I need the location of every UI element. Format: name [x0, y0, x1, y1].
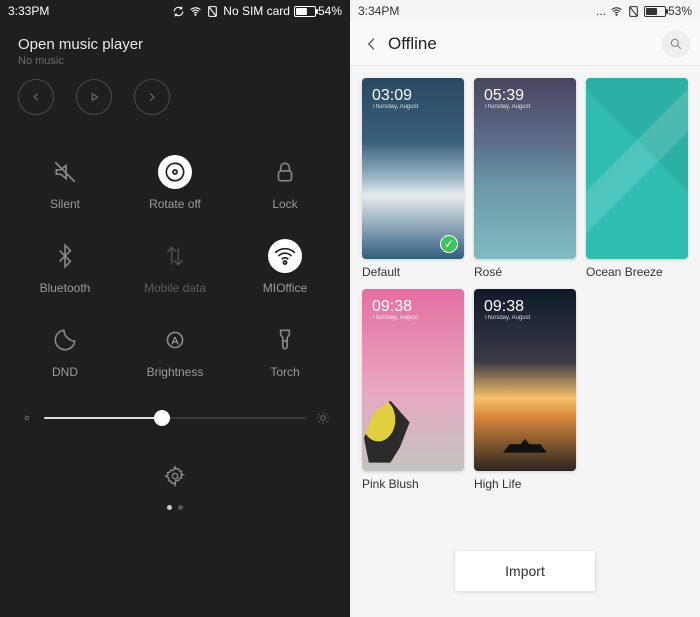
slider-thumb[interactable] [154, 410, 170, 426]
import-button[interactable]: Import [455, 551, 595, 591]
quick-toggles: Silent Rotate off Lock Bluetooth Mobile data… [0, 121, 350, 393]
theme-thumbnail[interactable]: 09:38Thursday, August [474, 289, 576, 470]
theme-name: Default [362, 265, 464, 279]
battery-fill [296, 8, 307, 15]
settings-icon[interactable] [164, 465, 186, 487]
brightness-low-icon [20, 411, 34, 425]
toggle-label: Silent [50, 197, 80, 211]
selected-check-icon: ✓ [440, 235, 458, 253]
no-sim-icon [627, 5, 640, 18]
chevron-left-icon [364, 36, 380, 52]
wifi-icon [189, 5, 202, 18]
toggle-wifi[interactable]: MIOffice [230, 239, 340, 295]
more-icon: ... [596, 4, 606, 18]
battery-indicator: 53% [644, 4, 692, 18]
music-widget: Open music player No music [0, 22, 350, 121]
dot-2 [178, 505, 183, 510]
theme-grid: 03:09Thursday, August ✓ Default 05:39Thursd… [350, 66, 700, 503]
toggle-label: Torch [270, 365, 299, 379]
right-phone: 3:34PM ... 53% Offline 03:09Thursday, Au… [350, 0, 700, 617]
music-next-button[interactable] [134, 79, 170, 115]
theme-name: High Life [474, 477, 576, 491]
theme-name: Pink Blush [362, 477, 464, 491]
toggle-mobiledata[interactable]: Mobile data [120, 239, 230, 295]
theme-thumbnail[interactable]: 09:38Thursday, August [362, 289, 464, 470]
dot-1 [167, 505, 172, 510]
toggle-brightness[interactable]: A Brightness [120, 323, 230, 379]
search-button[interactable] [662, 30, 690, 58]
toggle-label: Lock [272, 197, 297, 211]
brightness-high-icon [316, 411, 330, 425]
title-bar: Offline [350, 22, 700, 66]
theme-name: Rosé [474, 265, 576, 279]
status-bar: 3:34PM ... 53% [350, 0, 700, 22]
toggle-label: MIOffice [263, 281, 307, 295]
toggle-lock[interactable]: Lock [230, 155, 340, 211]
brightness-icon: A [158, 323, 192, 357]
slider-fill [44, 417, 162, 419]
theme-item[interactable]: Ocean Breeze [586, 78, 688, 279]
torch-icon [268, 323, 302, 357]
svg-text:A: A [171, 335, 179, 347]
thumb-clock: 09:38Thursday, August [484, 299, 530, 321]
battery-indicator: 54% [294, 4, 342, 18]
bluetooth-icon [48, 239, 82, 273]
thumb-clock: 09:38Thursday, August [372, 299, 418, 321]
page-dots [0, 505, 350, 510]
battery-percent: 54% [318, 4, 342, 18]
no-sim-icon [206, 5, 219, 18]
music-play-button[interactable] [76, 79, 112, 115]
brightness-slider[interactable] [0, 393, 350, 425]
wifi-icon [268, 239, 302, 273]
thumb-clock: 05:39Thursday, August [484, 88, 530, 110]
status-time: 3:34PM [358, 4, 399, 18]
status-time: 3:33PM [8, 4, 49, 18]
theme-thumbnail[interactable]: 03:09Thursday, August ✓ [362, 78, 464, 259]
dnd-icon [48, 323, 82, 357]
theme-name: Ocean Breeze [586, 265, 688, 279]
toggle-label: Mobile data [144, 281, 206, 295]
left-phone: 3:33PM No SIM card 54% Open music player… [0, 0, 350, 617]
page-title: Offline [388, 34, 662, 54]
toggle-label: Brightness [147, 365, 204, 379]
battery-percent: 53% [668, 4, 692, 18]
status-icons: No SIM card 54% [172, 4, 342, 18]
status-bar: 3:33PM No SIM card 54% [0, 0, 350, 22]
rotate-icon [158, 155, 192, 189]
status-icons: ... 53% [596, 4, 692, 18]
mobiledata-icon [158, 239, 192, 273]
thumb-clock: 03:09Thursday, August [372, 88, 418, 110]
toggle-silent[interactable]: Silent [10, 155, 120, 211]
toggle-dnd[interactable]: DND [10, 323, 120, 379]
back-button[interactable] [360, 36, 384, 52]
theme-item[interactable]: 09:38Thursday, August Pink Blush [362, 289, 464, 490]
lock-icon [268, 155, 302, 189]
battery-fill [646, 8, 657, 15]
slider-track[interactable] [44, 417, 306, 419]
theme-thumbnail[interactable] [586, 78, 688, 259]
toggle-rotate[interactable]: Rotate off [120, 155, 230, 211]
theme-item[interactable]: 09:38Thursday, August High Life [474, 289, 576, 490]
wifi-icon [610, 5, 623, 18]
toggle-label: DND [52, 365, 78, 379]
theme-item[interactable]: 03:09Thursday, August ✓ Default [362, 78, 464, 279]
music-prev-button[interactable] [18, 79, 54, 115]
toggle-label: Rotate off [149, 197, 201, 211]
theme-item[interactable]: 05:39Thursday, August Rosé [474, 78, 576, 279]
theme-thumbnail[interactable]: 05:39Thursday, August [474, 78, 576, 259]
music-title[interactable]: Open music player [18, 36, 332, 53]
sync-icon [172, 5, 185, 18]
search-icon [669, 37, 683, 51]
toggle-label: Bluetooth [40, 281, 91, 295]
status-sim: No SIM card [223, 4, 290, 18]
music-subtitle: No music [18, 55, 332, 67]
toggle-bluetooth[interactable]: Bluetooth [10, 239, 120, 295]
toggle-torch[interactable]: Torch [230, 323, 340, 379]
silent-icon [48, 155, 82, 189]
